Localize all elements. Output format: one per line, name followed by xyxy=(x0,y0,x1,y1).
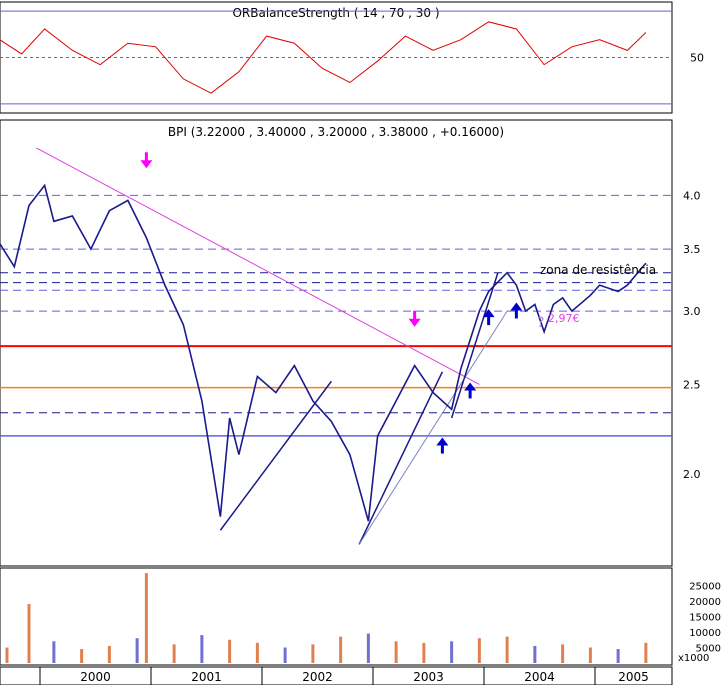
volume-bar xyxy=(200,635,204,663)
volume-bar xyxy=(477,638,481,663)
rsi-panel-title: ORBalanceStrength ( 14 , 70 , 30 ) xyxy=(232,6,439,20)
question-mark-label: ? xyxy=(537,315,544,331)
volume-bar xyxy=(80,649,84,663)
price-tick-label: 2.0 xyxy=(683,468,701,481)
volume-bar xyxy=(616,649,620,663)
year-label: 2004 xyxy=(524,670,555,684)
price-tick-label: 3.5 xyxy=(683,243,701,256)
year-label: 2005 xyxy=(618,670,649,684)
volume-tick-label: 15000 xyxy=(689,613,721,624)
volume-bar xyxy=(52,641,56,663)
volume-bar xyxy=(422,642,426,663)
volume-bar xyxy=(255,642,259,663)
year-label: 2001 xyxy=(191,670,222,684)
volume-bar xyxy=(339,636,343,663)
rsi-y-axis: 50 xyxy=(690,52,704,65)
year-label: 2002 xyxy=(302,670,333,684)
volume-tick-label: 20000 xyxy=(689,597,721,608)
volume-bar xyxy=(450,641,454,663)
volume-bar xyxy=(135,638,139,663)
volume-bar xyxy=(27,604,31,663)
price-tick-label: 2.5 xyxy=(683,378,701,391)
volume-bar xyxy=(505,636,509,663)
price-note-label: 2,97€ xyxy=(548,312,580,325)
volume-bar xyxy=(311,644,315,663)
volume-bar xyxy=(366,633,370,663)
volume-bar xyxy=(228,639,232,663)
rsi-tick-label: 50 xyxy=(690,52,704,65)
volume-tick-label: 10000 xyxy=(689,628,721,639)
volume-unit-label: x1000 xyxy=(678,653,709,664)
volume-bar xyxy=(561,644,565,663)
year-label: 2000 xyxy=(80,670,111,684)
volume-bar xyxy=(107,645,111,663)
volume-bar xyxy=(644,642,648,663)
volume-bar xyxy=(283,647,287,663)
price-tick-label: 3.0 xyxy=(683,305,701,318)
year-label: 2003 xyxy=(413,670,444,684)
volume-bar xyxy=(144,573,148,663)
chart-background xyxy=(0,0,724,685)
price-tick-label: 4.0 xyxy=(683,189,701,202)
price-panel-title: BPI (3.22000 , 3.40000 , 3.20000 , 3.380… xyxy=(168,125,504,139)
resistance-zone-label: zona de resistência xyxy=(540,263,656,277)
volume-bar xyxy=(588,647,592,663)
volume-tick-label: 25000 xyxy=(689,582,721,593)
stock-chart: ORBalanceStrength ( 14 , 70 , 30 ) 50 BP… xyxy=(0,0,724,685)
volume-bar xyxy=(172,644,176,663)
volume-bar xyxy=(5,647,9,663)
volume-bar xyxy=(394,641,398,663)
volume-bar xyxy=(533,645,537,663)
